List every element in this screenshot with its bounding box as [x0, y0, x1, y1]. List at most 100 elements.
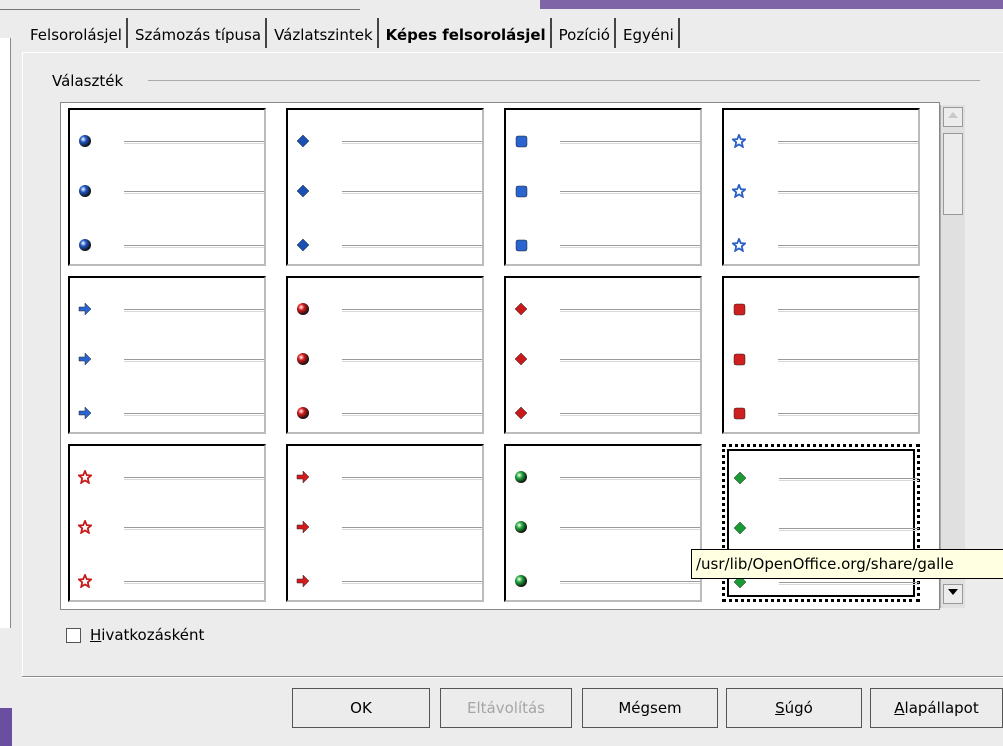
help-label-rest: úgó: [784, 699, 813, 717]
sphere-bullet-icon: [297, 353, 309, 365]
preview-line: [560, 527, 700, 530]
bullet-preview-row: [514, 349, 700, 369]
section-divider: [148, 80, 980, 81]
gallery-item[interactable]: [722, 276, 920, 434]
star-bullet-icon: [78, 520, 92, 534]
preview-line: [124, 245, 264, 248]
preview-line: [560, 477, 700, 480]
diamond-bullet-icon: [514, 352, 528, 366]
bullet-preview-row: [78, 403, 264, 423]
preview-line: [342, 581, 482, 584]
tab-graphics[interactable]: Képes felsorolásjel: [381, 18, 552, 48]
square-bullet-icon: [515, 185, 528, 198]
link-mnemonic: H: [90, 626, 102, 644]
gallery-item[interactable]: [286, 276, 484, 434]
arrow-bullet-icon: [78, 352, 92, 366]
reset-label-rest: lapállapot: [904, 699, 979, 717]
bullet-preview-row: [78, 235, 264, 255]
preview-line: [342, 413, 482, 416]
help-mnemonic: S: [775, 699, 785, 717]
gallery-item[interactable]: [722, 108, 920, 266]
bullet-preview-row: [732, 131, 918, 151]
square-bullet-icon: [733, 303, 746, 316]
scroll-thumb[interactable]: [943, 133, 963, 215]
gallery-item[interactable]: [68, 108, 266, 266]
diamond-bullet-icon: [296, 134, 310, 148]
preview-line: [778, 141, 918, 144]
bullet-preview-row: [296, 235, 482, 255]
sphere-bullet-icon: [515, 575, 527, 587]
scroll-down-button[interactable]: [943, 584, 963, 604]
bullet-preview-row: [732, 403, 918, 423]
preview-line: [342, 477, 482, 480]
preview-line: [560, 359, 700, 362]
background-tabs: [0, 0, 360, 10]
bullet-preview-row: [78, 299, 264, 319]
tab-position[interactable]: Pozíció: [555, 18, 616, 48]
diamond-bullet-icon: [296, 238, 310, 252]
remove-button[interactable]: Eltávolítás: [440, 688, 572, 728]
gallery-scrollbar[interactable]: [940, 105, 965, 608]
bullet-preview-row: [732, 349, 918, 369]
star-bullet-icon: [732, 184, 746, 198]
bullet-preview-row: [514, 181, 700, 201]
bullet-preview-row: [296, 349, 482, 369]
path-tooltip: /usr/lib/OpenOffice.org/share/galle: [691, 549, 1003, 579]
preview-line: [124, 191, 264, 194]
gallery-item[interactable]: [286, 444, 484, 602]
ok-button[interactable]: OK: [292, 688, 430, 728]
preview-line: [124, 359, 264, 362]
link-checkbox-row[interactable]: Hivatkozásként: [66, 626, 204, 644]
arrow-bullet-icon: [78, 406, 92, 420]
background-window-strip: [0, 0, 1003, 14]
bullet-preview-row: [732, 181, 918, 201]
up-arrow-icon: [948, 112, 958, 118]
diamond-bullet-icon: [733, 471, 747, 485]
square-bullet-icon: [515, 239, 528, 252]
preview-line: [124, 581, 264, 584]
star-bullet-icon: [732, 238, 746, 252]
arrow-bullet-icon: [296, 520, 310, 534]
bullet-preview-row: [78, 517, 264, 537]
gallery-item[interactable]: [504, 108, 702, 266]
link-label-rest: ivatkozásként: [101, 626, 205, 644]
preview-line: [778, 245, 918, 248]
sphere-bullet-icon: [79, 239, 91, 251]
star-bullet-icon: [78, 574, 92, 588]
section-label: Választék: [52, 72, 130, 90]
tab-numbering-type[interactable]: Számozás típusa: [131, 18, 268, 48]
scroll-up-button[interactable]: [943, 107, 963, 127]
bullet-gallery[interactable]: [60, 102, 940, 610]
link-checkbox[interactable]: [66, 627, 81, 643]
gallery-item[interactable]: [504, 444, 702, 602]
preview-line: [779, 582, 919, 585]
help-button[interactable]: Súgó: [726, 688, 862, 728]
preview-line: [779, 478, 919, 481]
bullet-preview-row: [733, 468, 919, 488]
sphere-bullet-icon: [297, 303, 309, 315]
preview-line: [342, 141, 482, 144]
tab-customize[interactable]: Egyéni: [619, 18, 680, 48]
link-checkbox-label: Hivatkozásként: [90, 626, 204, 644]
preview-line: [778, 191, 918, 194]
gallery-item[interactable]: [68, 444, 266, 602]
sphere-bullet-icon: [297, 407, 309, 419]
preview-line: [342, 309, 482, 312]
preview-line: [342, 245, 482, 248]
arrow-bullet-icon: [296, 470, 310, 484]
gallery-item[interactable]: [286, 108, 484, 266]
reset-button[interactable]: Alapállapot: [870, 688, 1003, 728]
diamond-bullet-icon: [514, 406, 528, 420]
bullet-preview-row: [78, 571, 264, 591]
arrow-bullet-icon: [78, 302, 92, 316]
tab-outline[interactable]: Vázlatszintek: [270, 18, 379, 48]
sphere-bullet-icon: [79, 135, 91, 147]
cancel-button[interactable]: Mégsem: [582, 688, 718, 728]
bullet-preview-row: [296, 181, 482, 201]
preview-line: [560, 141, 700, 144]
preview-line: [342, 527, 482, 530]
gallery-item[interactable]: [504, 276, 702, 434]
gallery-item[interactable]: [68, 276, 266, 434]
tab-bullets[interactable]: Felsorolásjel: [26, 18, 128, 48]
background-window-left: [0, 14, 18, 746]
